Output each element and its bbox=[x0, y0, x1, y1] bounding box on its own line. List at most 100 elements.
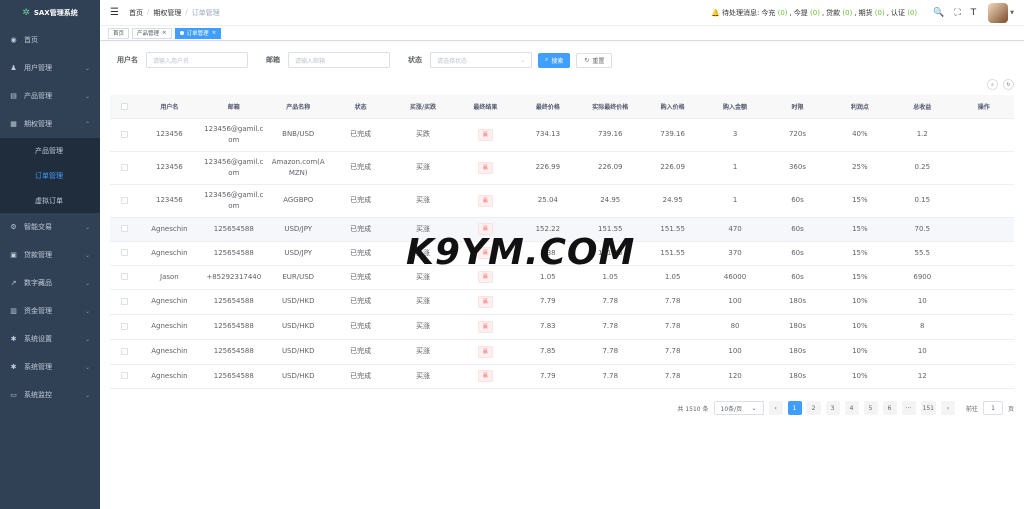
pending-loan[interactable]: 贷款 (0) bbox=[826, 8, 852, 18]
sidebar-item-5[interactable]: ▣ 贷款管理 ⌄ bbox=[0, 241, 100, 269]
sidebar-item-label: 系统监控 bbox=[24, 391, 52, 399]
refresh-icon[interactable]: ↻ bbox=[1003, 79, 1014, 90]
goto-page-input[interactable]: 1 bbox=[982, 401, 1003, 415]
row-checkbox[interactable] bbox=[120, 225, 128, 232]
sidebar-item-4[interactable]: ⚙ 智能交易 ⌄ bbox=[0, 213, 100, 241]
table-row[interactable]: 123456 123456@gamil.com Amazon.com(AMZN) 已完… bbox=[110, 151, 1014, 185]
submenu-item[interactable]: 虚拟订单 bbox=[0, 188, 100, 213]
row-checkbox[interactable] bbox=[120, 249, 128, 256]
sidebar-item-9[interactable]: ✱ 系统管理 ⌄ bbox=[0, 353, 100, 381]
breadcrumb-separator: / bbox=[185, 7, 188, 16]
table-cell: Agneschin bbox=[138, 364, 201, 389]
font-size-icon[interactable]: T bbox=[971, 8, 977, 18]
fullscreen-icon[interactable]: ⛶ bbox=[954, 8, 960, 18]
table-cell: 720s bbox=[766, 118, 829, 152]
submenu-item[interactable]: 产品管理 bbox=[0, 138, 100, 163]
tag-product[interactable]: 产品管理 × bbox=[132, 27, 172, 39]
row-checkbox[interactable] bbox=[120, 297, 128, 305]
username-input[interactable]: 请输入用户名 bbox=[146, 52, 248, 68]
search-icon[interactable]: 🔍 bbox=[933, 8, 944, 18]
table-row[interactable]: Agneschin 125654588 USD/HKD 已完成 买涨赢 7.79 7.78 7… bbox=[110, 289, 1014, 315]
select-all-checkbox[interactable] bbox=[120, 102, 128, 110]
row-checkbox[interactable] bbox=[120, 347, 128, 355]
row-checkbox[interactable] bbox=[120, 130, 128, 138]
table-cell: 已完成 bbox=[329, 364, 392, 389]
result-badge: 赢 bbox=[477, 128, 493, 141]
page-button[interactable]: 4 bbox=[844, 401, 859, 415]
pending-withdraw[interactable]: 今提 (0) bbox=[794, 8, 820, 18]
avatar[interactable] bbox=[988, 2, 1009, 23]
table-row[interactable]: Agneschin 125654588 USD/HKD 已完成 买涨赢 7.83 7.78 7… bbox=[110, 314, 1014, 340]
table-cell: 55.5 bbox=[891, 241, 954, 266]
status-select[interactable]: 请选择状态 ⌄ bbox=[430, 52, 532, 68]
table-cell: 10 bbox=[891, 289, 954, 315]
reset-button[interactable]: ↻ 重置 bbox=[576, 52, 613, 68]
row-checkbox[interactable] bbox=[120, 372, 128, 379]
table-cell: 123456@gamil.com bbox=[200, 118, 268, 152]
prev-page-button[interactable]: ‹ bbox=[768, 401, 783, 415]
table-cell: 60s bbox=[766, 184, 829, 218]
table-toolbar: ⌕ ↻ bbox=[987, 79, 1014, 90]
sidebar-item-3[interactable]: ▦ 期权管理 ⌃ bbox=[0, 110, 100, 138]
sidebar-item-7[interactable]: ▥ 资金管理 ⌄ bbox=[0, 297, 100, 325]
close-icon[interactable]: × bbox=[162, 30, 167, 36]
chevron-down-icon: ⌄ bbox=[84, 64, 90, 72]
row-checkbox[interactable] bbox=[120, 273, 128, 280]
search-button[interactable]: ⌕ 搜索 bbox=[538, 52, 571, 68]
column-header: 状态 bbox=[329, 95, 392, 119]
submenu-item[interactable]: 订单管理 bbox=[0, 163, 100, 188]
page-button[interactable]: 6 bbox=[882, 401, 897, 415]
row-checkbox[interactable] bbox=[120, 322, 128, 330]
page-button[interactable]: 1 bbox=[787, 401, 802, 415]
sidebar-item-0[interactable]: ◉ 首页 bbox=[0, 26, 100, 54]
sidebar-item-1[interactable]: ♟ 用户管理 ⌄ bbox=[0, 54, 100, 82]
table-cell: 226.09 bbox=[579, 151, 642, 185]
email-input[interactable]: 请输入邮箱 bbox=[288, 52, 390, 68]
table-row[interactable]: 123456 123456@gamil.com BNB/USD 已完成 买跌 赢 734.1… bbox=[110, 118, 1014, 152]
row-checkbox[interactable] bbox=[120, 196, 128, 204]
pending-futures[interactable]: 期货 (0) bbox=[859, 8, 885, 18]
table-cell: 24.95 bbox=[641, 184, 704, 218]
table-row[interactable]: Agneschin 125654588 USD/HKD 已完成 买涨赢 7.79 7.78 7… bbox=[110, 364, 1014, 389]
sidebar-item-2[interactable]: ▤ 产品管理 ⌄ bbox=[0, 82, 100, 110]
column-header: 最终价格 bbox=[516, 95, 580, 119]
page-button[interactable]: 2 bbox=[806, 401, 821, 415]
page-button[interactable]: 151 bbox=[920, 401, 936, 415]
table-row[interactable]: Agneschin 125654588 USD/HKD 已完成 买涨赢 7.85 7.78 7… bbox=[110, 339, 1014, 365]
actions-cell bbox=[953, 339, 1014, 365]
breadcrumb-home[interactable]: 首页 bbox=[129, 8, 143, 18]
table-cell: BNB/USD bbox=[267, 118, 330, 152]
pending-recharge[interactable]: 今充 (0) bbox=[761, 8, 787, 18]
close-icon[interactable]: × bbox=[212, 30, 217, 36]
pending-verify[interactable]: 认证 (0) bbox=[891, 8, 917, 18]
tag-orders[interactable]: 订单管理 × bbox=[174, 27, 222, 39]
page-button[interactable]: ··· bbox=[901, 401, 916, 415]
table-cell: USD/HKD bbox=[267, 289, 330, 315]
toggle-search-icon[interactable]: ⌕ bbox=[987, 79, 998, 90]
hamburger-icon[interactable]: ☰ bbox=[110, 7, 119, 18]
result-cell: 赢 bbox=[454, 289, 517, 315]
sidebar-item-10[interactable]: ▭ 系统监控 ⌄ bbox=[0, 381, 100, 409]
tag-home[interactable]: 首页 bbox=[108, 27, 130, 39]
table-cell: 60s bbox=[766, 241, 829, 266]
next-page-button[interactable]: › bbox=[940, 401, 955, 415]
page-button[interactable]: 5 bbox=[863, 401, 878, 415]
chevron-down-icon: ⌄ bbox=[751, 404, 757, 412]
sidebar-item-8[interactable]: ✱ 系统设置 ⌄ bbox=[0, 325, 100, 353]
table-row[interactable]: 123456 123456@gamil.com AGGBPO 已完成 买涨赢 25.04 2… bbox=[110, 184, 1014, 218]
column-header: 购入价格 bbox=[641, 95, 704, 119]
watermark: K9YM.COM bbox=[406, 232, 636, 273]
settings-icon: ✱ bbox=[10, 363, 17, 371]
table-cell: 10% bbox=[828, 314, 892, 340]
sidebar-item-6[interactable]: ↗ 数字藏品 ⌄ bbox=[0, 269, 100, 297]
table-cell: 123456 bbox=[138, 151, 201, 185]
page-size-select[interactable]: 10条/页 ⌄ bbox=[713, 401, 764, 415]
row-select-cell bbox=[110, 265, 139, 290]
goto-suffix: 页 bbox=[1007, 405, 1014, 413]
page-button[interactable]: 3 bbox=[825, 401, 840, 415]
table-cell: 7.78 bbox=[641, 314, 704, 340]
row-checkbox[interactable] bbox=[120, 163, 128, 171]
app-logo[interactable]: ✲ SAX管理系统 bbox=[0, 0, 100, 26]
table-cell: Agneschin bbox=[138, 289, 201, 315]
chevron-down-icon[interactable]: ▼ bbox=[1010, 10, 1014, 16]
